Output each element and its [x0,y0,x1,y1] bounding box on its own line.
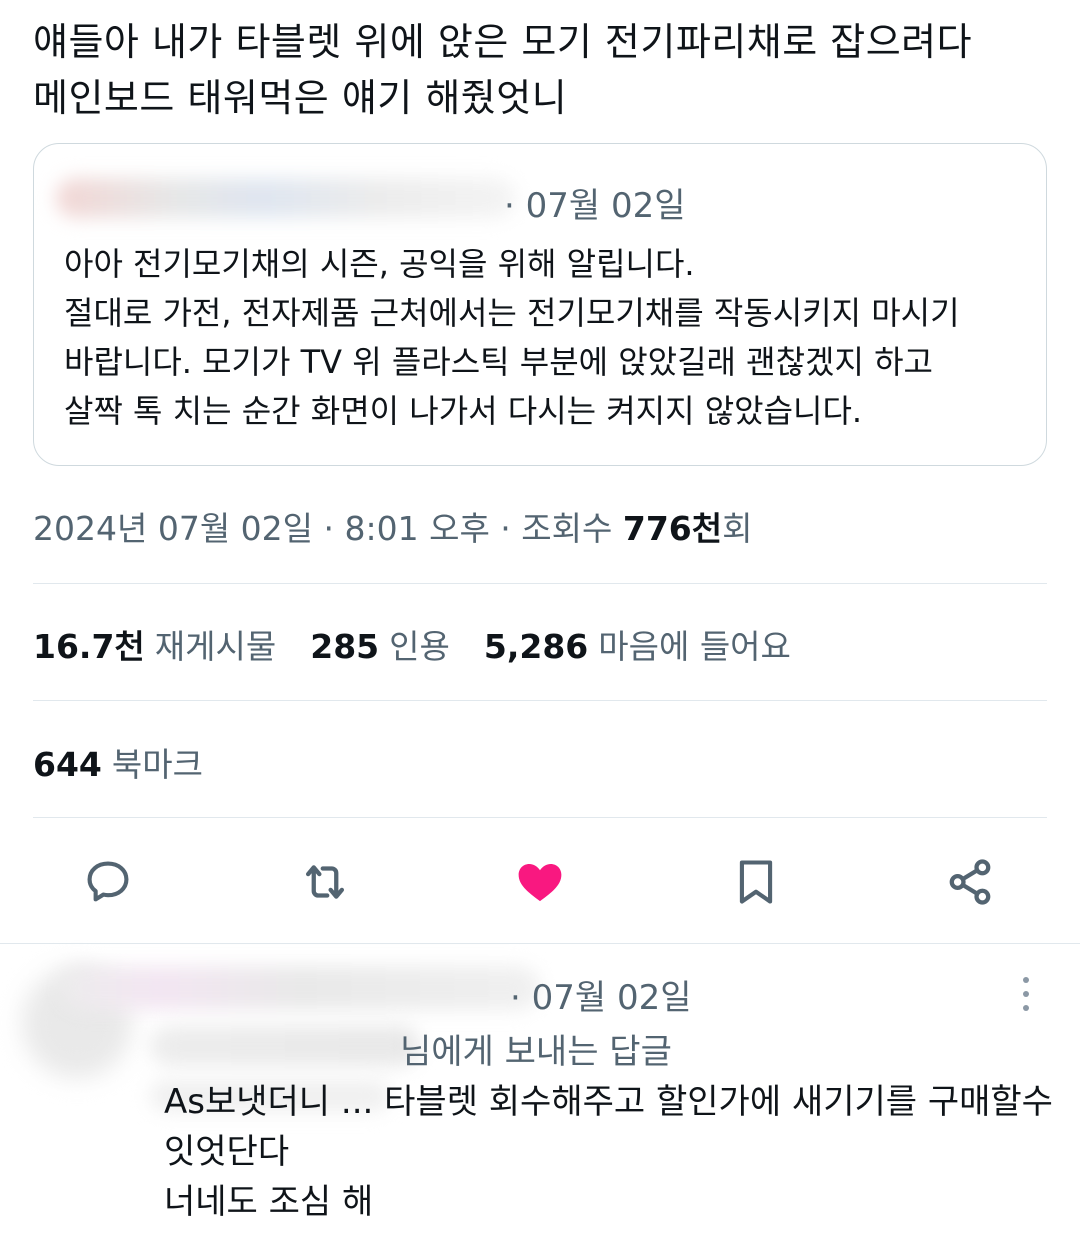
reposts-stat[interactable]: 16.7천 재게시물 [33,627,276,666]
reply-line: As보냇더니 ... 타블렛 회수해주고 할인가에 새기기를 구매할수 [164,1082,1053,1122]
view-count: 776천 [622,509,723,548]
quoted-author-redacted [56,178,516,218]
quoted-post-line: 아아 전기모기채의 시즌, 공익을 위해 알립니다. [64,245,695,283]
bookmark-button[interactable] [728,854,784,910]
reply-button[interactable] [80,854,136,910]
divider [33,583,1047,584]
heart-icon [518,864,562,902]
likes-count: 5,286 [483,627,589,666]
post-text-line: 얘들아 내가 타블렛 위에 앉은 모기 전기파리채로 잡으려다 [33,20,973,64]
quoted-post-date: · 07월 02일 [504,186,686,226]
post-text-line: 메인보드 태워먹은 얘기 해줬엇니 [33,76,568,120]
replying-to-label: 님에게 보내는 답글 [400,1032,672,1072]
bookmarks-count: 644 [33,745,102,784]
quoted-post-line: 절대로 가전, 전자제품 근처에서는 전기모기채를 작동시키지 마시기 [64,294,960,332]
reply-to-user-redacted [150,1026,420,1066]
bookmark-icon [739,860,773,904]
quotes-stat[interactable]: 285 인용 [310,627,450,666]
action-bar [0,846,1080,916]
more-icon[interactable] [1012,972,1040,1016]
repost-button[interactable] [297,854,353,910]
reposts-count: 16.7천 [33,627,145,666]
divider [33,700,1047,701]
reply-line: 잇엇단다 [164,1132,290,1172]
repost-icon [305,865,345,899]
quoted-post-card[interactable]: · 07월 02일 아아 전기모기채의 시즌, 공익을 위해 알립니다. 절대로… [33,143,1047,466]
quotes-count: 285 [310,627,380,666]
quoted-post-line: 바랍니다. 모기가 TV 위 플라스틱 부분에 앉았길래 괜찮겠지 하고 [64,343,933,381]
divider [33,817,1047,818]
like-button[interactable] [512,854,568,910]
reply-line: 너네도 조심 해 [164,1182,374,1222]
reply-body: As보냇더니 ... 타블렛 회수해주고 할인가에 새기기를 구매할수 잇엇단다… [164,1077,1064,1227]
engagement-stats: 16.7천 재게시물 285 인용 5,286 마음에 들어요 [33,620,791,668]
likes-stat[interactable]: 5,286 마음에 들어요 [484,627,791,666]
reply-icon [87,861,129,902]
quoted-post-line: 살짝 톡 치는 순간 화면이 나가서 다시는 켜지지 않았습니다. [64,392,863,430]
bookmarks-stat: 644 북마크 [33,738,203,786]
likes-label: 마음에 들어요 [598,627,791,666]
bookmarks-label: 북마크 [111,745,203,784]
view-suffix: 회 [722,509,753,548]
reply-date: · 07월 02일 [510,978,692,1018]
quoted-post-body: 아아 전기모기채의 시즌, 공익을 위해 알립니다. 절대로 가전, 전자제품 … [64,240,1034,436]
post-text: 얘들아 내가 타블렛 위에 앉은 모기 전기파리채로 잡으려다 메인보드 태워먹… [33,14,1043,126]
reply-author-redacted [60,966,540,1010]
reposts-label: 재게시물 [154,627,277,666]
share-button[interactable] [942,854,998,910]
quotes-label: 인용 [389,627,450,666]
post-meta: 2024년 07월 02일 · 8:01 오후 · 조회수 776천회 [33,502,752,550]
share-icon [949,859,991,905]
post-datetime: 2024년 07월 02일 · 8:01 오후 · 조회수 [33,509,623,548]
divider [0,943,1080,944]
